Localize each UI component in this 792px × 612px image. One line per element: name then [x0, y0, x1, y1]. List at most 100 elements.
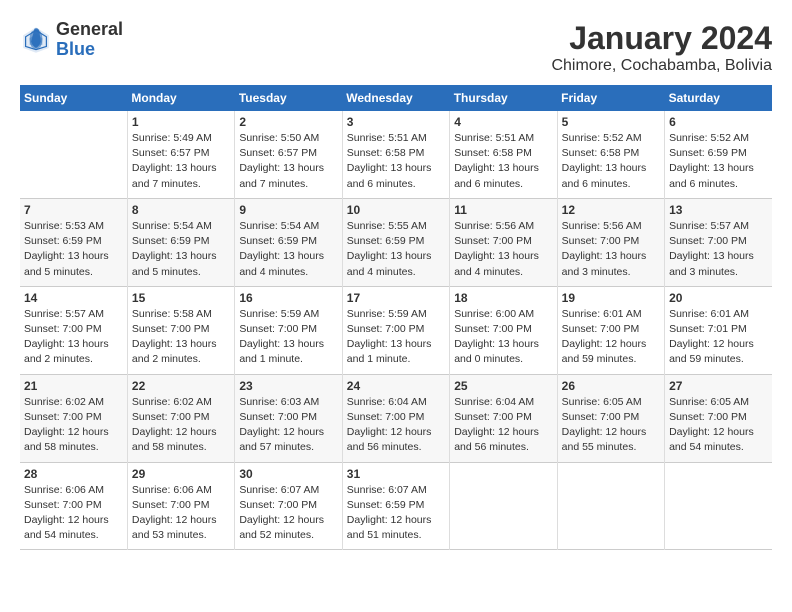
day-info: Sunrise: 5:57 AM Sunset: 7:00 PM Dayligh… — [669, 219, 768, 280]
day-number: 28 — [24, 467, 123, 481]
day-number: 31 — [347, 467, 445, 481]
calendar-cell: 13Sunrise: 5:57 AM Sunset: 7:00 PM Dayli… — [665, 198, 772, 286]
calendar-cell: 1 Sunrise: 5:49 AM Sunset: 6:57 PM Daylig… — [127, 111, 234, 198]
day-number: 9 — [239, 203, 337, 217]
day-number: 24 — [347, 379, 445, 393]
day-number: 1 — [132, 115, 230, 129]
calendar-cell: 30 Sunrise: 6:07 AM Sunset: 7:00 PM Dayli… — [235, 462, 342, 550]
calendar-cell: 6 Sunrise: 5:52 AM Sunset: 6:59 PM Daylig… — [665, 111, 772, 198]
day-info: Sunrise: 5:56 AM Sunset: 7:00 PM Dayligh… — [562, 219, 660, 280]
day-info: Sunrise: 6:00 AM Sunset: 7:00 PM Dayligh… — [454, 307, 552, 368]
calendar-cell: 17 Sunrise: 5:59 AM Sunset: 7:00 PM Dayli… — [342, 286, 449, 374]
day-number: 30 — [239, 467, 337, 481]
day-number: 27 — [669, 379, 768, 393]
day-info: Sunrise: 6:02 AM Sunset: 7:00 PM Dayligh… — [24, 395, 123, 456]
header-thursday: Thursday — [450, 85, 557, 111]
calendar-cell: 18 Sunrise: 6:00 AM Sunset: 7:00 PM Dayli… — [450, 286, 557, 374]
calendar-week-row: 1 Sunrise: 5:49 AM Sunset: 6:57 PM Daylig… — [20, 111, 772, 198]
calendar-cell: 25 Sunrise: 6:04 AM Sunset: 7:00 PM Dayli… — [450, 374, 557, 462]
calendar-week-row: 28 Sunrise: 6:06 AM Sunset: 7:00 PM Dayli… — [20, 462, 772, 550]
day-info: Sunrise: 6:03 AM Sunset: 7:00 PM Dayligh… — [239, 395, 337, 456]
header-sunday: Sunday — [20, 85, 127, 111]
header-saturday: Saturday — [665, 85, 772, 111]
day-info: Sunrise: 6:04 AM Sunset: 7:00 PM Dayligh… — [454, 395, 552, 456]
calendar-cell: 15 Sunrise: 5:58 AM Sunset: 7:00 PM Dayli… — [127, 286, 234, 374]
calendar-cell: 23 Sunrise: 6:03 AM Sunset: 7:00 PM Dayli… — [235, 374, 342, 462]
day-number: 2 — [239, 115, 337, 129]
day-info: Sunrise: 5:56 AM Sunset: 7:00 PM Dayligh… — [454, 219, 552, 280]
calendar-cell: 16 Sunrise: 5:59 AM Sunset: 7:00 PM Dayli… — [235, 286, 342, 374]
day-number: 3 — [347, 115, 445, 129]
day-info: Sunrise: 6:06 AM Sunset: 7:00 PM Dayligh… — [24, 483, 123, 544]
day-number: 18 — [454, 291, 552, 305]
day-number: 8 — [132, 203, 230, 217]
calendar-cell: 14Sunrise: 5:57 AM Sunset: 7:00 PM Dayli… — [20, 286, 127, 374]
calendar-cell: 29 Sunrise: 6:06 AM Sunset: 7:00 PM Dayli… — [127, 462, 234, 550]
calendar-cell: 20 Sunrise: 6:01 AM Sunset: 7:01 PM Dayli… — [665, 286, 772, 374]
calendar-cell: 2 Sunrise: 5:50 AM Sunset: 6:57 PM Daylig… — [235, 111, 342, 198]
day-number: 23 — [239, 379, 337, 393]
calendar-cell: 8 Sunrise: 5:54 AM Sunset: 6:59 PM Daylig… — [127, 198, 234, 286]
page-header: General Blue January 2024 Chimore, Cocha… — [20, 20, 772, 75]
calendar-header-row: SundayMondayTuesdayWednesdayThursdayFrid… — [20, 85, 772, 111]
day-number: 11 — [454, 203, 552, 217]
header-monday: Monday — [127, 85, 234, 111]
calendar-cell: 10 Sunrise: 5:55 AM Sunset: 6:59 PM Dayli… — [342, 198, 449, 286]
day-number: 17 — [347, 291, 445, 305]
day-number: 21 — [24, 379, 123, 393]
day-number: 12 — [562, 203, 660, 217]
calendar-cell: 7 Sunrise: 5:53 AM Sunset: 6:59 PM Daylig… — [20, 198, 127, 286]
calendar-cell: 12 Sunrise: 5:56 AM Sunset: 7:00 PM Dayli… — [557, 198, 664, 286]
day-info: Sunrise: 6:05 AM Sunset: 7:00 PM Dayligh… — [562, 395, 660, 456]
calendar-cell: 22Sunrise: 6:02 AM Sunset: 7:00 PM Dayli… — [127, 374, 234, 462]
day-number: 5 — [562, 115, 660, 129]
calendar-cell: 11 Sunrise: 5:56 AM Sunset: 7:00 PM Dayli… — [450, 198, 557, 286]
day-number: 6 — [669, 115, 768, 129]
page-subtitle: Chimore, Cochabamba, Bolivia — [551, 57, 772, 75]
day-info: Sunrise: 5:55 AM Sunset: 6:59 PM Dayligh… — [347, 219, 445, 280]
logo-general: General — [56, 19, 123, 39]
day-info: Sunrise: 6:07 AM Sunset: 7:00 PM Dayligh… — [239, 483, 337, 544]
calendar-cell: 31 Sunrise: 6:07 AM Sunset: 6:59 PM Dayli… — [342, 462, 449, 550]
day-number: 29 — [132, 467, 230, 481]
logo-blue: Blue — [56, 39, 95, 59]
day-info: Sunrise: 5:58 AM Sunset: 7:00 PM Dayligh… — [132, 307, 230, 368]
logo-icon — [20, 24, 52, 56]
day-number: 10 — [347, 203, 445, 217]
day-info: Sunrise: 5:59 AM Sunset: 7:00 PM Dayligh… — [239, 307, 337, 368]
logo: General Blue — [20, 20, 123, 60]
header-friday: Friday — [557, 85, 664, 111]
day-number: 4 — [454, 115, 552, 129]
day-info: Sunrise: 5:50 AM Sunset: 6:57 PM Dayligh… — [239, 131, 337, 192]
day-info: Sunrise: 6:01 AM Sunset: 7:01 PM Dayligh… — [669, 307, 768, 368]
calendar-cell: 5Sunrise: 5:52 AM Sunset: 6:58 PM Daylig… — [557, 111, 664, 198]
day-info: Sunrise: 5:52 AM Sunset: 6:59 PM Dayligh… — [669, 131, 768, 192]
day-info: Sunrise: 5:51 AM Sunset: 6:58 PM Dayligh… — [454, 131, 552, 192]
day-info: Sunrise: 5:54 AM Sunset: 6:59 PM Dayligh… — [132, 219, 230, 280]
day-info: Sunrise: 5:53 AM Sunset: 6:59 PM Dayligh… — [24, 219, 123, 280]
day-info: Sunrise: 5:57 AM Sunset: 7:00 PM Dayligh… — [24, 307, 123, 368]
day-info: Sunrise: 6:06 AM Sunset: 7:00 PM Dayligh… — [132, 483, 230, 544]
day-number: 15 — [132, 291, 230, 305]
calendar-cell: 27Sunrise: 6:05 AM Sunset: 7:00 PM Dayli… — [665, 374, 772, 462]
day-info: Sunrise: 6:04 AM Sunset: 7:00 PM Dayligh… — [347, 395, 445, 456]
day-info: Sunrise: 5:49 AM Sunset: 6:57 PM Dayligh… — [132, 131, 230, 192]
calendar-cell: 19Sunrise: 6:01 AM Sunset: 7:00 PM Dayli… — [557, 286, 664, 374]
day-info: Sunrise: 5:59 AM Sunset: 7:00 PM Dayligh… — [347, 307, 445, 368]
day-number: 25 — [454, 379, 552, 393]
day-info: Sunrise: 5:54 AM Sunset: 6:59 PM Dayligh… — [239, 219, 337, 280]
title-block: January 2024 Chimore, Cochabamba, Bolivi… — [551, 20, 772, 75]
header-wednesday: Wednesday — [342, 85, 449, 111]
day-number: 20 — [669, 291, 768, 305]
calendar-cell — [557, 462, 664, 550]
calendar-cell: 21 Sunrise: 6:02 AM Sunset: 7:00 PM Dayli… — [20, 374, 127, 462]
calendar-week-row: 21 Sunrise: 6:02 AM Sunset: 7:00 PM Dayli… — [20, 374, 772, 462]
day-info: Sunrise: 6:07 AM Sunset: 6:59 PM Dayligh… — [347, 483, 445, 544]
day-number: 16 — [239, 291, 337, 305]
day-number: 19 — [562, 291, 660, 305]
calendar-cell: 26Sunrise: 6:05 AM Sunset: 7:00 PM Dayli… — [557, 374, 664, 462]
day-number: 22 — [132, 379, 230, 393]
calendar-cell: 3Sunrise: 5:51 AM Sunset: 6:58 PM Daylig… — [342, 111, 449, 198]
day-number: 7 — [24, 203, 123, 217]
page-title: January 2024 — [551, 20, 772, 57]
